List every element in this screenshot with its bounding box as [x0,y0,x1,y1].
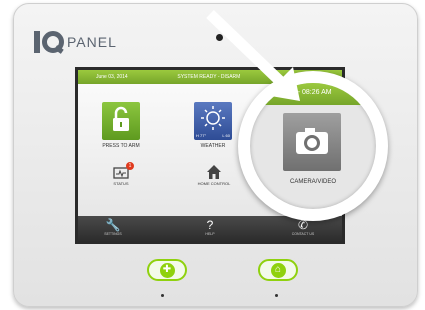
status-led-left [161,294,164,297]
home-button[interactable]: ⌂ [258,259,298,281]
arrow-icon [206,10,300,101]
home-icon: ⌂ [270,262,286,278]
emergency-icon: ✚ [159,262,175,278]
emergency-button[interactable]: ✚ [147,259,187,281]
status-led-right [275,294,278,297]
